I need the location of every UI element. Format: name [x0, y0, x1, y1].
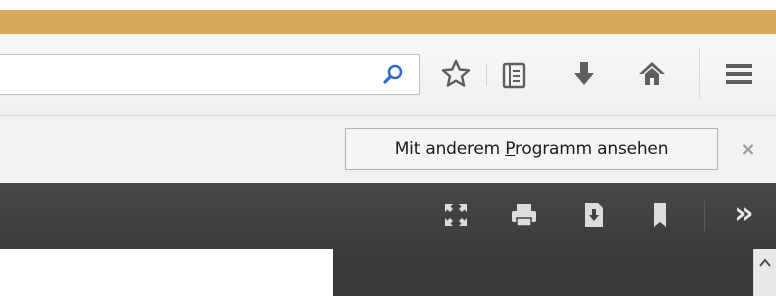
navigation-toolbar — [0, 34, 776, 115]
fullscreen-icon[interactable] — [438, 197, 474, 233]
open-with-label-suffix: rogramm ansehen — [515, 139, 669, 159]
pdf-viewer-toolbar: » — [0, 183, 776, 249]
title-bar — [0, 10, 776, 34]
scrollbar[interactable] — [753, 249, 776, 296]
url-bar[interactable] — [0, 54, 420, 95]
chevron-up-icon[interactable] — [757, 255, 773, 271]
bookmark-icon[interactable] — [642, 197, 678, 233]
top-strip — [0, 0, 776, 10]
double-chevron-right-icon[interactable]: » — [724, 197, 764, 233]
reader-list-icon[interactable] — [498, 59, 530, 91]
save-icon[interactable] — [576, 197, 612, 233]
home-icon[interactable] — [636, 58, 668, 90]
open-with-program-button[interactable]: Mit anderem Programm ansehen — [345, 128, 718, 170]
pdf-toolbar-separator — [704, 201, 705, 231]
toolbar-separator — [486, 64, 487, 86]
star-icon[interactable] — [440, 58, 472, 90]
url-input[interactable] — [3, 63, 363, 87]
open-with-accesskey: P — [505, 139, 516, 159]
search-icon[interactable] — [380, 62, 406, 88]
pdf-viewer-area — [0, 249, 776, 296]
open-with-label-prefix: Mit anderem — [394, 139, 506, 159]
notification-bar: Mit anderem Programm ansehen × — [0, 115, 776, 183]
close-icon[interactable]: × — [738, 140, 758, 160]
toolbar-separator — [699, 48, 700, 100]
download-icon[interactable] — [568, 58, 600, 90]
menu-icon[interactable] — [723, 58, 755, 90]
print-icon[interactable] — [506, 197, 542, 233]
document-page-area — [333, 249, 753, 296]
